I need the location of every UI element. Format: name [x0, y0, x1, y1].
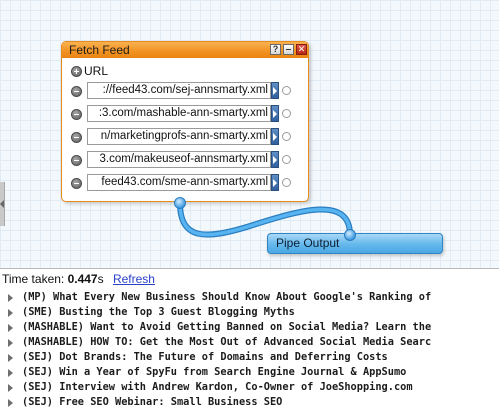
- list-item-title: (MP) What Every New Business Should Know…: [22, 291, 432, 303]
- list-item-title: (SME) Busting the Top 3 Guest Blogging M…: [22, 306, 295, 318]
- url-input[interactable]: ://feed43.com/sej-annsmarty.xml: [87, 82, 271, 99]
- url-row: 3.com/makeuseof-annsmarty.xml: [68, 151, 298, 169]
- help-button[interactable]: ?: [270, 44, 281, 55]
- time-taken-unit: s: [97, 272, 104, 286]
- module-title: Pipe Output: [276, 236, 340, 250]
- url-input-text: feed43.com/sme-ann-smarty.xml: [101, 176, 268, 188]
- url-input-text: ://feed43.com/sej-annsmarty.xml: [102, 84, 268, 96]
- url-label: URL: [84, 64, 109, 78]
- debugger-results-panel: Time taken: 0.447s Refresh (MP) What Eve…: [0, 268, 499, 407]
- time-taken-value: 0.447: [67, 272, 98, 286]
- remove-url-icon[interactable]: [71, 178, 82, 189]
- url-terminal-icon[interactable]: [282, 86, 291, 95]
- url-input-text: n/marketingprofs-ann-smarty.xml: [100, 130, 268, 142]
- url-input-text: 3.com/makeuseof-annsmarty.xml: [99, 153, 268, 165]
- expand-arrow-icon[interactable]: [8, 399, 13, 407]
- module-title: Fetch Feed: [69, 43, 130, 57]
- url-terminal-icon[interactable]: [282, 178, 291, 187]
- wire-input-arrow-icon[interactable]: [271, 105, 279, 122]
- url-input-text: :3.com/mashable-ann-smarty.xml: [98, 107, 268, 119]
- refresh-link[interactable]: Refresh: [113, 272, 155, 286]
- list-item-title: (SEJ) Win a Year of SpyFu from Search En…: [22, 366, 407, 378]
- list-item-title: (MASHABLE) HOW TO: Get the Most Out of A…: [22, 336, 432, 348]
- list-item[interactable]: (MASHABLE) Want to Avoid Getting Banned …: [0, 320, 431, 335]
- expand-arrow-icon[interactable]: [8, 384, 13, 392]
- pipes-editor: Fetch Feed ? ✕ URL ://feed43.com/sej-ann…: [0, 0, 499, 407]
- url-row: n/marketingprofs-ann-smarty.xml: [68, 128, 298, 146]
- output-port-icon[interactable]: [174, 197, 186, 209]
- url-input[interactable]: feed43.com/sme-ann-smarty.xml: [87, 174, 271, 191]
- pipe-canvas[interactable]: Fetch Feed ? ✕ URL ://feed43.com/sej-ann…: [0, 0, 499, 268]
- url-terminal-icon[interactable]: [282, 109, 291, 118]
- url-input[interactable]: n/marketingprofs-ann-smarty.xml: [87, 128, 271, 145]
- expand-arrow-icon[interactable]: [8, 369, 13, 377]
- wire-input-arrow-icon[interactable]: [271, 128, 279, 145]
- list-item[interactable]: (MP) What Every New Business Should Know…: [0, 290, 431, 305]
- list-item[interactable]: (SME) Busting the Top 3 Guest Blogging M…: [0, 305, 431, 320]
- url-terminal-icon[interactable]: [282, 155, 291, 164]
- url-input[interactable]: 3.com/makeuseof-annsmarty.xml: [87, 151, 271, 168]
- list-item-title: (SEJ) Free SEO Webinar: Small Business S…: [22, 396, 283, 407]
- list-item[interactable]: (SEJ) Interview with Andrew Kardon, Co-O…: [0, 380, 431, 395]
- wire-input-arrow-icon[interactable]: [271, 82, 279, 99]
- list-item-title: (SEJ) Interview with Andrew Kardon, Co-O…: [22, 381, 413, 393]
- close-button[interactable]: ✕: [296, 44, 307, 55]
- expand-arrow-icon[interactable]: [8, 294, 13, 302]
- input-port-icon[interactable]: [344, 229, 356, 241]
- expand-arrow-icon[interactable]: [8, 324, 13, 332]
- list-item[interactable]: (SEJ) Free SEO Webinar: Small Business S…: [0, 395, 431, 407]
- remove-url-icon[interactable]: [71, 86, 82, 97]
- expand-arrow-icon[interactable]: [8, 354, 13, 362]
- list-item-title: (MASHABLE) Want to Avoid Getting Banned …: [22, 321, 432, 333]
- expand-arrow-icon[interactable]: [8, 309, 13, 317]
- time-taken: Time taken: 0.447s Refresh: [2, 272, 155, 286]
- results-list: (MP) What Every New Business Should Know…: [0, 290, 431, 407]
- remove-url-icon[interactable]: [71, 155, 82, 166]
- time-taken-label: Time taken:: [2, 272, 68, 286]
- url-row: ://feed43.com/sej-annsmarty.xml: [68, 82, 298, 100]
- module-title-bar[interactable]: Fetch Feed ? ✕: [62, 42, 308, 58]
- wire-input-arrow-icon[interactable]: [271, 151, 279, 168]
- url-input[interactable]: :3.com/mashable-ann-smarty.xml: [87, 105, 271, 122]
- add-url-icon[interactable]: [71, 66, 82, 77]
- url-row: :3.com/mashable-ann-smarty.xml: [68, 105, 298, 123]
- fetch-feed-module[interactable]: Fetch Feed ? ✕ URL ://feed43.com/sej-ann…: [61, 41, 309, 202]
- wire-input-arrow-icon[interactable]: [271, 174, 279, 191]
- list-item[interactable]: (SEJ) Dot Brands: The Future of Domains …: [0, 350, 431, 365]
- url-row: feed43.com/sme-ann-smarty.xml: [68, 174, 298, 192]
- list-item[interactable]: (MASHABLE) HOW TO: Get the Most Out of A…: [0, 335, 431, 350]
- url-terminal-icon[interactable]: [282, 132, 291, 141]
- list-item-title: (SEJ) Dot Brands: The Future of Domains …: [22, 351, 388, 363]
- remove-url-icon[interactable]: [71, 132, 82, 143]
- list-item[interactable]: (SEJ) Win a Year of SpyFu from Search En…: [0, 365, 431, 380]
- minimize-button[interactable]: [283, 44, 294, 55]
- expand-arrow-icon[interactable]: [8, 339, 13, 347]
- remove-url-icon[interactable]: [71, 109, 82, 120]
